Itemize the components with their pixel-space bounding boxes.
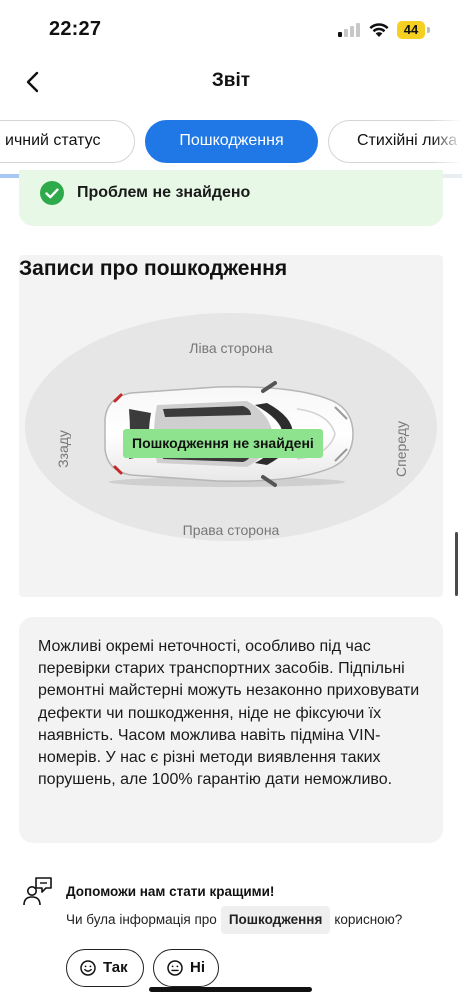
neutral-face-icon (167, 960, 183, 976)
feedback-no-label: Ні (190, 959, 205, 976)
disclaimer-text: Можливі окремі неточності, особливо під … (19, 617, 443, 843)
feedback-chat-icon (23, 877, 52, 906)
damage-records-section: Записи про пошкодження Ліва сторона Прав… (19, 255, 443, 597)
front-label: Спереду (393, 421, 409, 477)
status-time: 22:27 (49, 18, 102, 40)
status-banner: Проблем не знайдено (19, 170, 443, 226)
feedback-no-button[interactable]: Ні (153, 949, 219, 987)
check-circle-icon (40, 181, 64, 205)
no-damage-tag: Пошкодження не знайдені (123, 429, 323, 458)
rear-label: Ззаду (55, 430, 71, 468)
wifi-icon (369, 23, 389, 37)
feedback-question-start: Чи була інформація про (66, 912, 217, 927)
feedback-question: Чи була інформація про Пошкодження корисно… (66, 906, 402, 934)
feedback-yes-button[interactable]: Так (66, 949, 144, 987)
section-title: Записи про пошкодження (19, 257, 288, 280)
left-side-label: Ліва сторона (189, 340, 273, 356)
tab-bar: ичний статус Пошкодження Стихійні лиха (0, 120, 462, 164)
battery-level: 44 (397, 21, 425, 39)
feedback-title: Допоможи нам стати кращими! (66, 884, 275, 899)
battery-icon: 44 (397, 21, 430, 39)
page-title: Звіт (211, 70, 251, 91)
status-bar: 22:27 44 (0, 0, 462, 56)
cellular-signal-icon (338, 23, 362, 37)
nav-bar: Звіт (0, 56, 462, 108)
tab-damage[interactable]: Пошкодження (145, 120, 318, 163)
tab-history-status[interactable]: ичний статус (0, 120, 135, 163)
feedback-question-end: корисною? (334, 912, 403, 927)
right-side-label: Права сторона (182, 522, 280, 538)
status-banner-text: Проблем не знайдено (77, 184, 251, 201)
feedback-yes-label: Так (103, 959, 128, 976)
feedback-topic-chip: Пошкодження (220, 906, 331, 934)
scrollbar[interactable] (455, 532, 458, 596)
home-indicator[interactable] (149, 987, 312, 992)
smile-icon (80, 960, 96, 976)
